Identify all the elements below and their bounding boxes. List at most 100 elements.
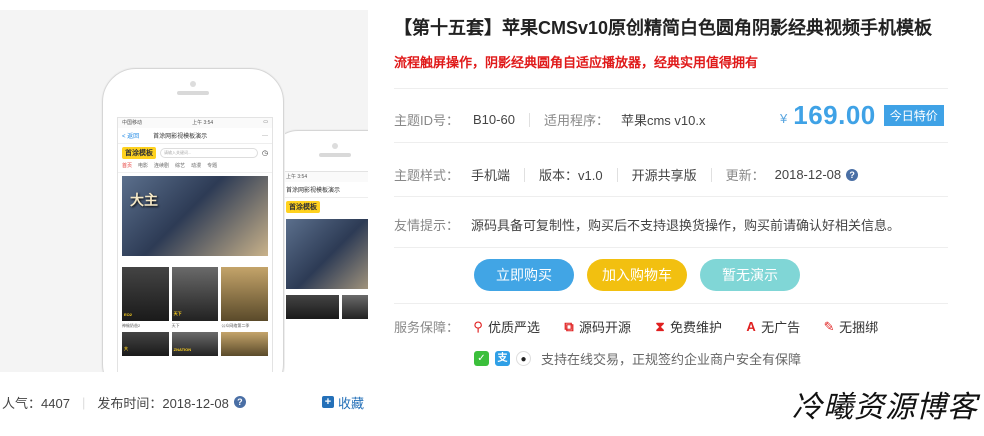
- poster: [286, 295, 339, 319]
- style-row: 主题样式： 手机端 版本：v1.0 开源共享版 更新： 2018-12-08 ?: [394, 165, 859, 184]
- popularity-label: 人气：: [2, 395, 42, 411]
- phone-navbar: < 返回 首涂网影视模板演示 ···: [118, 128, 272, 144]
- carrier-label: 中国移动: [122, 120, 143, 126]
- product-meta-row: 人气：4407 | 发布时间：2018-12-08 ? + 收藏: [0, 393, 368, 411]
- service-item: A 无广告: [744, 317, 800, 336]
- phone-navbar: 首涂网影视模板演示: [282, 182, 368, 198]
- service-text: 无广告: [761, 320, 801, 335]
- phone-nav-title: 首涂网影视模板演示: [286, 188, 341, 194]
- phone-camera: [332, 143, 338, 149]
- service-text: 优质严选: [488, 320, 541, 335]
- deal-badge: 今日特价: [883, 105, 944, 126]
- hourglass-icon: ⧗: [655, 318, 665, 334]
- watermark: 冷曦资源博客: [792, 390, 978, 425]
- poster-caption: 神偷奶爸2: [122, 323, 141, 328]
- divider: [710, 167, 712, 182]
- wechat-pay-icon: ✓: [474, 351, 489, 366]
- phone-front-screen: 中国移动 上午 3:54 ▭ < 返回 首涂网影视模板演示 ··· 首涂模板 请…: [117, 117, 273, 372]
- phone-category-row: 首页 电影 连续剧 综艺 动漫 专题: [118, 162, 272, 173]
- site-logo: 首涂模板: [286, 201, 320, 213]
- poster-title: EO2: [124, 312, 133, 317]
- service-guarantee-row: 服务保障： ⚲ 优质严选 ⧉ 源码开源 ⧗ 免费维护 A 无广告 ✎ 无捆绑: [394, 317, 900, 336]
- favorite-button[interactable]: + 收藏: [321, 393, 368, 412]
- license-value: 开源共享版: [631, 168, 697, 183]
- status-time: 上午 3:54: [192, 120, 214, 126]
- wrench-icon: ✎: [823, 318, 835, 334]
- popularity-value: 4407: [41, 395, 70, 411]
- buy-now-button[interactable]: 立即购买: [474, 259, 574, 291]
- publish-label: 发布时间：: [97, 395, 163, 411]
- status-time: 上午 3:54: [286, 174, 308, 180]
- category-item: 电影: [138, 163, 149, 169]
- divider: [394, 88, 948, 89]
- help-icon[interactable]: ?: [846, 168, 859, 181]
- battery-icon: ▭: [263, 119, 268, 125]
- phone-logo-row: 首涂模板 请输入关键词... ◷: [118, 144, 272, 162]
- phone-logo-row: 首涂模板: [282, 198, 368, 216]
- demo-button[interactable]: 暂无演示: [700, 259, 800, 291]
- payment-text: 支持在线交易，正规签约企业商户安全有保障: [541, 352, 802, 367]
- style-value: 手机端: [471, 168, 511, 183]
- divider: [394, 196, 948, 197]
- alipay-icon: 支: [495, 351, 510, 366]
- add-to-cart-button[interactable]: 加入购物车: [587, 259, 687, 291]
- tip-row: 友情提示： 源码具备可复制性，购买后不支持退换货操作，购买前请确认好相关信息。: [394, 215, 900, 234]
- poster-title: ZNATION: [173, 347, 192, 352]
- service-item: ⧉ 源码开源: [562, 317, 631, 336]
- phone-camera: [190, 81, 196, 87]
- code-icon: ⧉: [564, 318, 574, 334]
- action-buttons: 立即购买 加入购物车 暂无演示: [474, 259, 800, 291]
- style-label: 主题样式：: [394, 168, 460, 183]
- program-value: 苹果cms v10.x: [620, 113, 706, 128]
- category-item: 综艺: [175, 163, 186, 169]
- service-label: 服务保障：: [394, 320, 460, 335]
- poster: [341, 295, 368, 319]
- phone-speaker: [319, 153, 351, 157]
- version-value: 版本：v1.0: [539, 168, 603, 183]
- popularity: 人气：4407: [0, 393, 70, 412]
- phone-banner: 大主: [122, 176, 268, 256]
- program-label: 适用程序：: [543, 113, 609, 128]
- favorite-label: 收藏: [337, 395, 364, 411]
- phone-back-link: < 返回: [122, 134, 140, 140]
- poster-captions: 神偷奶爸2 天下 公众网络第二季: [118, 323, 272, 329]
- poster: [221, 267, 269, 321]
- help-icon[interactable]: ?: [233, 396, 246, 408]
- update-label: 更新：: [725, 168, 765, 183]
- service-text: 免费维护: [670, 320, 723, 335]
- poster: EO2: [122, 267, 169, 321]
- phone-front-mockup: 中国移动 上午 3:54 ▭ < 返回 首涂网影视模板演示 ··· 首涂模板 请…: [102, 68, 284, 372]
- currency-symbol: ¥: [780, 111, 788, 126]
- poster-row: EO2 天下: [118, 259, 272, 323]
- phone-nav-title: 首涂网影视模板演示: [153, 134, 208, 140]
- divider: [616, 167, 618, 182]
- phone-back-mockup: 上午 3:54 首涂网影视模板演示 首涂模板: [270, 130, 368, 372]
- location-pin-icon: ⚲: [473, 318, 483, 334]
- tip-text: 源码具备可复制性，购买后不支持退换货操作，购买前请确认好相关信息。: [471, 218, 901, 233]
- service-item: ✎ 无捆绑: [822, 317, 878, 336]
- poster: 大: [122, 332, 169, 356]
- divider: [528, 112, 530, 127]
- divider: [394, 142, 948, 143]
- site-logo: 首涂模板: [122, 147, 156, 159]
- service-item: ⚲ 优质严选: [471, 317, 540, 336]
- payment-row: ✓ 支 ● 支持在线交易，正规签约企业商户安全有保障: [474, 349, 801, 368]
- phone-speaker: [177, 91, 209, 95]
- poster: ZNATION: [171, 332, 219, 356]
- price-block: ¥ 169.00 今日特价: [780, 100, 944, 131]
- no-ad-icon: A: [746, 319, 756, 334]
- category-item: 连续剧: [154, 163, 170, 169]
- divider: [394, 303, 948, 304]
- publish-date: 2018-12-08: [162, 395, 229, 411]
- product-title: 【第十五套】苹果CMSv10原创精简白色圆角阴影经典视频手机模板: [394, 18, 933, 38]
- poster-row: [282, 292, 368, 322]
- category-item: 动漫: [191, 163, 202, 169]
- status-bar: 上午 3:54: [282, 172, 368, 182]
- divider: [524, 167, 526, 182]
- more-icon: ···: [262, 132, 268, 139]
- service-text: 源码开源: [579, 320, 632, 335]
- service-text: 无捆绑: [839, 320, 879, 335]
- phone-back-screen: 上午 3:54 首涂网影视模板演示 首涂模板: [281, 171, 368, 372]
- theme-id-row: 主题ID号： B10-60 适用程序： 苹果cms v10.x: [394, 110, 705, 129]
- divider: |: [81, 394, 86, 410]
